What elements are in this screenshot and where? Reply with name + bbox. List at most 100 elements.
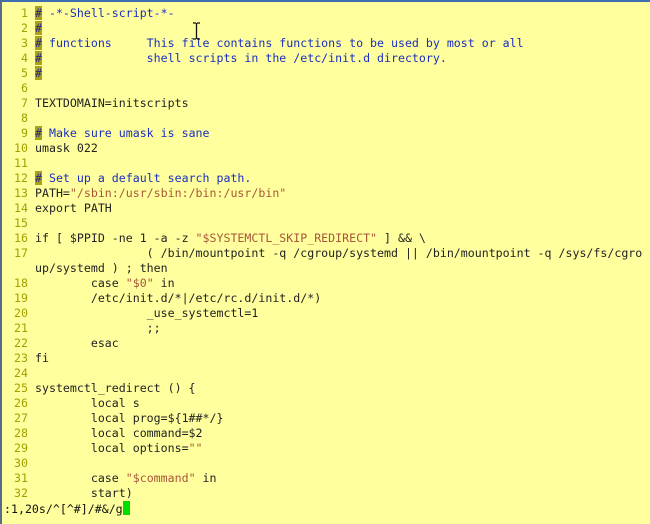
editor-buffer[interactable]: 1 # -*-Shell-script-*- 2 #3 # functions This…: [0, 6, 650, 501]
code-text: up/systemd ) ; then: [35, 261, 168, 275]
search-match: #: [35, 6, 42, 20]
code-text: local options=: [35, 441, 189, 455]
comment-text: shell scripts in the /etc/init.d directo…: [41, 51, 447, 65]
code-line: 1 # -*-Shell-script-*-: [0, 6, 650, 21]
code-text: in: [195, 471, 217, 485]
code-text: ( /bin/mountpoint -q /cgroup/systemd || …: [35, 246, 643, 260]
line-number: 13: [14, 186, 28, 200]
line-content: # Set up a default search path.: [35, 171, 251, 186]
code-line: 30: [0, 456, 650, 471]
code-text: fi: [35, 351, 49, 365]
string-literal: "$command": [125, 471, 196, 485]
line-number: 32: [14, 486, 28, 500]
line-content: case "$0" in: [35, 276, 175, 291]
code-line: 31 case "$command" in: [0, 471, 650, 486]
search-match: #: [35, 36, 42, 50]
line-content: /etc/init.d/*|/etc/rc.d/init.d/*): [35, 291, 321, 306]
line-number: 5: [21, 66, 28, 80]
comment-text: Make sure umask is sane: [41, 126, 210, 140]
code-text: systemctl_redirect () {: [35, 381, 196, 395]
line-content: case "$command" in: [35, 471, 217, 486]
code-text: umask 022: [35, 141, 98, 155]
line-number: 6: [21, 81, 28, 95]
line-number: 22: [14, 336, 28, 350]
command-line[interactable]: :1,20s/^[^#]/#&/g: [4, 501, 130, 516]
code-line: 19 /etc/init.d/*|/etc/rc.d/init.d/*): [0, 291, 650, 306]
line-content: export PATH: [35, 201, 112, 216]
line-number: 15: [14, 216, 28, 230]
code-text: ] && \: [377, 231, 426, 245]
code-text: local s: [35, 396, 140, 410]
code-line: 9 # Make sure umask is sane: [0, 126, 650, 141]
line-number: 12: [14, 171, 28, 185]
code-line: 15: [0, 216, 650, 231]
cursor-block: [122, 501, 130, 515]
line-number: 25: [14, 381, 28, 395]
code-line: 6: [0, 81, 650, 96]
code-line: 27 local prog=${1##*/}: [0, 411, 650, 426]
code-line: 7 TEXTDOMAIN=initscripts: [0, 96, 650, 111]
line-number: 21: [14, 321, 28, 335]
line-content: #: [35, 21, 42, 36]
comment-text: -*-Shell-script-*-: [41, 6, 175, 20]
line-number: 7: [21, 96, 28, 110]
search-match: #: [35, 21, 42, 35]
line-content: systemctl_redirect () {: [35, 381, 196, 396]
line-content: #: [35, 66, 42, 81]
code-text: start): [35, 486, 133, 500]
code-line: 26 local s: [0, 396, 650, 411]
code-line: 29 local options="": [0, 441, 650, 456]
code-line: 13 PATH="/sbin:/usr/sbin:/bin:/usr/bin": [0, 186, 650, 201]
line-content: local options="": [35, 441, 203, 456]
code-line: 3 # functions This file contains function…: [0, 36, 650, 51]
line-number: 10: [14, 141, 28, 155]
code-line: 32 start): [0, 486, 650, 501]
code-line: 21 ;;: [0, 321, 650, 336]
code-line: 5 #: [0, 66, 650, 81]
line-content: fi: [35, 351, 49, 366]
line-content: # shell scripts in the /etc/init.d direc…: [35, 51, 447, 66]
text-cursor-ibeam-icon: [193, 22, 200, 40]
line-number: 14: [14, 201, 28, 215]
comment-text: Set up a default search path.: [41, 171, 252, 185]
line-content: PATH="/sbin:/usr/sbin:/bin:/usr/bin": [35, 186, 286, 201]
code-line: 11: [0, 156, 650, 171]
search-match: #: [35, 171, 42, 185]
line-content: local prog=${1##*/}: [35, 411, 224, 426]
line-number: 4: [21, 51, 28, 65]
line-number: 16: [14, 231, 28, 245]
line-number: 20: [14, 306, 28, 320]
code-text: in: [153, 276, 175, 290]
code-text: export PATH: [35, 201, 112, 215]
code-text: if [ $PPID -ne 1 -a -z: [35, 231, 196, 245]
line-content: if [ $PPID -ne 1 -a -z "$SYSTEMCTL_SKIP_…: [35, 231, 426, 246]
code-line: 25 systemctl_redirect () {: [0, 381, 650, 396]
line-content: local command=$2: [35, 426, 203, 441]
code-text: /etc/init.d/*|/etc/rc.d/init.d/*): [35, 291, 322, 305]
line-content: umask 022: [35, 141, 98, 156]
line-content: # -*-Shell-script-*-: [35, 6, 175, 21]
code-line: 4 # shell scripts in the /etc/init.d dire…: [0, 51, 650, 66]
code-line: 24: [0, 366, 650, 381]
comment-text: functions This file contains functions t…: [41, 36, 524, 50]
line-number: 11: [14, 156, 28, 170]
line-number: 1: [21, 6, 28, 20]
code-line: 22 esac: [0, 336, 650, 351]
string-literal: "$SYSTEMCTL_SKIP_REDIRECT": [195, 231, 378, 245]
code-line: 2 #: [0, 21, 650, 36]
code-line: 20 _use_systemctl=1: [0, 306, 650, 321]
line-content: ( /bin/mountpoint -q /cgroup/systemd || …: [35, 246, 643, 261]
line-content: start): [35, 486, 133, 501]
line-number: 18: [14, 276, 28, 290]
line-number: 31: [14, 471, 28, 485]
code-line: up/systemd ) ; then: [0, 261, 650, 276]
code-line: 17 ( /bin/mountpoint -q /cgroup/systemd …: [0, 246, 650, 261]
string-literal: "": [188, 441, 203, 455]
code-text: case: [35, 276, 126, 290]
search-match: #: [35, 51, 42, 65]
line-content: # Make sure umask is sane: [35, 126, 210, 141]
search-match: #: [35, 66, 42, 80]
string-literal: "$0": [125, 276, 154, 290]
line-number: 2: [21, 21, 28, 35]
string-literal: "/sbin:/usr/sbin:/bin:/usr/bin": [69, 186, 287, 200]
